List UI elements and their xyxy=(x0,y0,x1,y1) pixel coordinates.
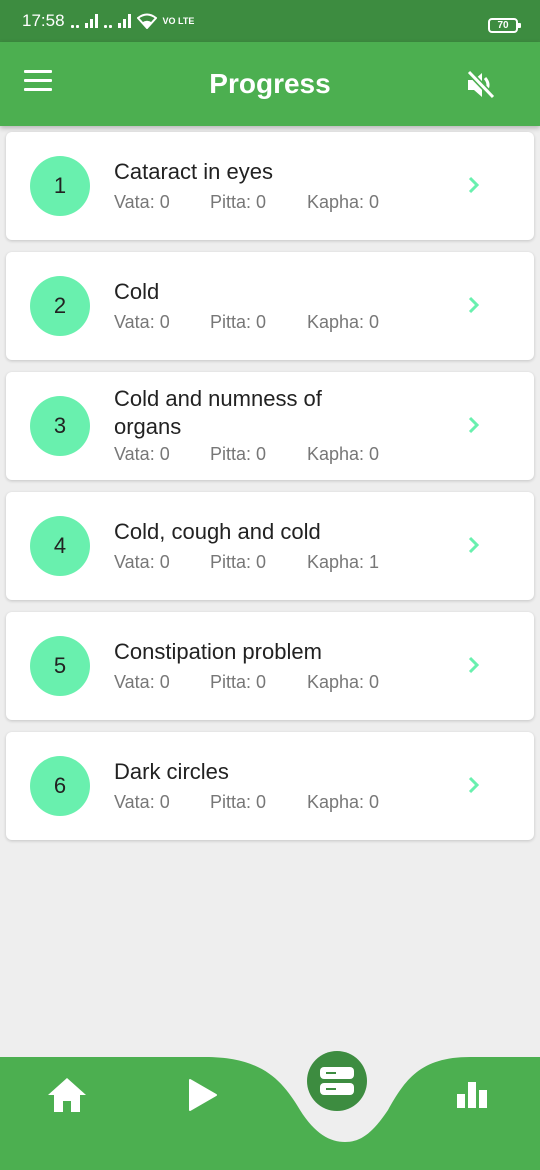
pitta-value: Pitta: 0 xyxy=(210,312,267,332)
list-icon[interactable] xyxy=(307,1051,367,1111)
pitta-value: Pitta: 0 xyxy=(210,192,267,212)
item-title: Cataract in eyes xyxy=(114,159,273,184)
play-icon[interactable] xyxy=(188,1078,218,1112)
wifi-icon xyxy=(136,13,157,29)
kapha-value: Kapha: 1 xyxy=(307,552,380,572)
item-title: Constipation problem xyxy=(114,639,322,664)
vata-value: Vata: 0 xyxy=(114,192,170,212)
kapha-value: Kapha: 0 xyxy=(307,672,380,692)
item-stats: Vata: 0 Pitta: 0 Kapha: 1 xyxy=(114,552,379,573)
list-item[interactable]: 4 Cold, cough and cold Vata: 0 Pitta: 0 … xyxy=(6,492,534,600)
app-bar: Progress xyxy=(0,42,540,126)
list-item[interactable]: 3 Cold and numness of organs Vata: 0 Pit… xyxy=(6,372,534,480)
pitta-value: Pitta: 0 xyxy=(210,552,267,572)
list-item[interactable]: 2 Cold Vata: 0 Pitta: 0 Kapha: 0 xyxy=(6,252,534,360)
item-number-badge: 6 xyxy=(30,756,90,816)
volume-off-icon[interactable] xyxy=(464,68,498,102)
chevron-right-icon xyxy=(468,776,480,794)
chevron-right-icon xyxy=(468,536,480,554)
battery-level: 70 xyxy=(497,20,509,31)
pitta-value: Pitta: 0 xyxy=(210,792,267,812)
item-title: Cold, cough and cold xyxy=(114,519,321,544)
chevron-right-icon xyxy=(468,296,480,314)
list-item[interactable]: 1 Cataract in eyes Vata: 0 Pitta: 0 Kaph… xyxy=(6,132,534,240)
chevron-right-icon xyxy=(468,416,480,434)
item-stats: Vata: 0 Pitta: 0 Kapha: 0 xyxy=(114,312,379,333)
item-title: Cold and numness of organs xyxy=(114,386,322,439)
chevron-right-icon xyxy=(468,656,480,674)
list-item[interactable]: 6 Dark circles Vata: 0 Pitta: 0 Kapha: 0 xyxy=(6,732,534,840)
list-item[interactable]: 5 Constipation problem Vata: 0 Pitta: 0 … xyxy=(6,612,534,720)
item-stats: Vata: 0 Pitta: 0 Kapha: 0 xyxy=(114,192,379,213)
vata-value: Vata: 0 xyxy=(114,444,170,464)
volte-label: VO LTE xyxy=(162,15,195,26)
vata-value: Vata: 0 xyxy=(114,312,170,332)
kapha-value: Kapha: 0 xyxy=(307,192,380,212)
progress-list: 1 Cataract in eyes Vata: 0 Pitta: 0 Kaph… xyxy=(6,132,534,852)
vata-value: Vata: 0 xyxy=(114,552,170,572)
pitta-value: Pitta: 0 xyxy=(210,444,267,464)
vata-value: Vata: 0 xyxy=(114,792,170,812)
item-number-badge: 4 xyxy=(30,516,90,576)
signal-activity-icon xyxy=(70,14,79,28)
bar-chart-icon[interactable] xyxy=(455,1080,489,1110)
signal-activity-icon-2 xyxy=(103,14,112,28)
item-stats: Vata: 0 Pitta: 0 Kapha: 0 xyxy=(114,672,379,693)
item-stats: Vata: 0 Pitta: 0 Kapha: 0 xyxy=(114,792,379,813)
kapha-value: Kapha: 0 xyxy=(307,792,380,812)
battery-icon: 70 xyxy=(488,18,521,33)
item-number-badge: 3 xyxy=(30,396,90,456)
page-title: Progress xyxy=(209,68,331,99)
pitta-value: Pitta: 0 xyxy=(210,672,267,692)
home-icon[interactable] xyxy=(46,1075,88,1115)
item-number-badge: 1 xyxy=(30,156,90,216)
item-title: Cold xyxy=(114,279,160,304)
kapha-value: Kapha: 0 xyxy=(307,444,380,464)
signal-icon-1 xyxy=(84,14,98,28)
item-number-badge: 2 xyxy=(30,276,90,336)
signal-icon-2 xyxy=(117,14,131,28)
kapha-value: Kapha: 0 xyxy=(307,312,380,332)
bottom-navigation xyxy=(0,1040,540,1170)
vata-value: Vata: 0 xyxy=(114,672,170,692)
status-time: 17:58 xyxy=(22,11,65,30)
status-bar: 17:58 VO LTE 70 xyxy=(0,0,540,42)
item-number-badge: 5 xyxy=(30,636,90,696)
item-stats: Vata: 0 Pitta: 0 Kapha: 0 xyxy=(114,444,379,465)
chevron-right-icon xyxy=(468,176,480,194)
item-title: Dark circles xyxy=(114,759,229,784)
